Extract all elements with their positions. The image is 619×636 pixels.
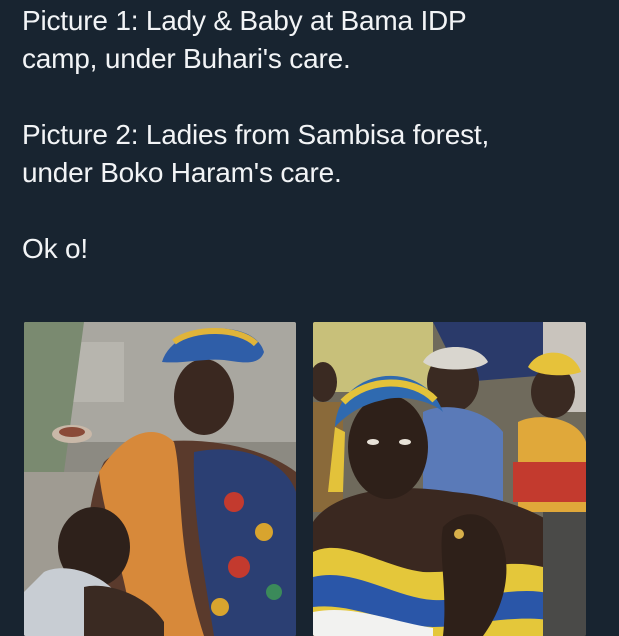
photo-group-of-young-women[interactable] — [313, 322, 586, 636]
tweet-text: Picture 1: Lady & Baby at Bama IDP camp,… — [22, 2, 602, 268]
photo-woman-and-baby-image — [24, 322, 296, 636]
tweet-line-2: camp, under Buhari's care. — [22, 43, 351, 74]
tweet-line-5: Ok o! — [22, 233, 88, 264]
tweet-media — [24, 322, 586, 636]
photo-woman-and-baby[interactable] — [24, 322, 296, 636]
photo-group-of-young-women-image — [313, 322, 586, 636]
tweet-line-3: Picture 2: Ladies from Sambisa forest, — [22, 119, 490, 150]
tweet-line-1: Picture 1: Lady & Baby at Bama IDP — [22, 5, 467, 36]
tweet-line-4: under Boko Haram's care. — [22, 157, 342, 188]
